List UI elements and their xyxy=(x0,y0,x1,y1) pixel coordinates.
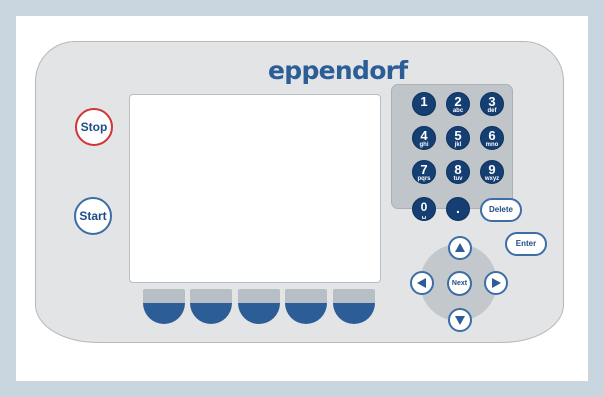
key-3-def[interactable]: 3 def xyxy=(480,92,504,116)
brand-logo: eppendorf xyxy=(268,56,408,85)
softkey-body xyxy=(285,303,327,324)
softkey-cap xyxy=(333,289,375,303)
softkey-cap xyxy=(238,289,280,303)
key-letters: ␣ xyxy=(421,212,427,219)
key-digit: 7 xyxy=(420,162,428,177)
softkey-5[interactable] xyxy=(333,289,375,325)
key-digit: 6 xyxy=(488,128,496,143)
up-arrow-button[interactable] xyxy=(448,236,472,260)
key-letters: ghi xyxy=(419,142,429,148)
key-1[interactable]: 1 xyxy=(412,92,436,116)
delete-button[interactable]: Delete xyxy=(480,198,522,222)
softkey-cap xyxy=(190,289,232,303)
key-letters: pqrs xyxy=(417,176,431,182)
start-button[interactable]: Start xyxy=(74,197,112,235)
key-6-mno[interactable]: 6 mno xyxy=(480,126,504,150)
key-letters: wxyz xyxy=(484,176,500,182)
key-4-ghi[interactable]: 4 ghi xyxy=(412,126,436,150)
key-digit: 8 xyxy=(454,162,462,177)
right-arrow-button[interactable] xyxy=(484,271,508,295)
softkey-3[interactable] xyxy=(238,289,280,325)
key-letters: tuv xyxy=(453,176,463,182)
key-digit: 3 xyxy=(488,94,496,109)
key-letters: mno xyxy=(485,142,499,148)
softkey-2[interactable] xyxy=(190,289,232,325)
key-digit: . xyxy=(456,200,460,216)
key-digit: 5 xyxy=(454,128,462,143)
arrow-up-icon xyxy=(455,243,465,252)
softkey-body xyxy=(190,303,232,324)
stop-button-label: Stop xyxy=(80,120,108,134)
key-2-abc[interactable]: 2 abc xyxy=(446,92,470,116)
key-digit: 4 xyxy=(420,128,428,143)
down-arrow-button[interactable] xyxy=(448,308,472,332)
key-0-space[interactable]: 0 ␣ xyxy=(412,197,436,221)
key-digit: 1 xyxy=(420,94,428,109)
key-digit: 2 xyxy=(454,94,462,109)
display-screen xyxy=(129,94,381,283)
key-letters: jkl xyxy=(454,142,462,148)
next-button-label: Next xyxy=(451,280,468,287)
key-digit: 9 xyxy=(488,162,496,177)
key-letters: def xyxy=(487,108,497,114)
key-decimal-point[interactable]: . xyxy=(446,197,470,221)
device-frame: eppendorf Stop Start 1 2 abc 3 def 4 ghi… xyxy=(0,0,604,397)
arrow-right-icon xyxy=(492,278,501,288)
key-8-tuv[interactable]: 8 tuv xyxy=(446,160,470,184)
start-button-label: Start xyxy=(79,209,107,223)
softkey-4[interactable] xyxy=(285,289,327,325)
stop-button[interactable]: Stop xyxy=(75,108,113,146)
enter-button-label: Enter xyxy=(515,239,537,248)
softkey-cap xyxy=(143,289,185,303)
arrow-left-icon xyxy=(417,278,426,288)
softkey-body xyxy=(143,303,185,324)
softkey-body xyxy=(238,303,280,324)
left-arrow-button[interactable] xyxy=(410,271,434,295)
softkey-cap xyxy=(285,289,327,303)
key-7-pqrs[interactable]: 7 pqrs xyxy=(412,160,436,184)
delete-button-label: Delete xyxy=(488,205,513,214)
softkey-body xyxy=(333,303,375,324)
softkey-1[interactable] xyxy=(143,289,185,325)
key-5-jkl[interactable]: 5 jkl xyxy=(446,126,470,150)
enter-button[interactable]: Enter xyxy=(505,232,547,256)
next-button[interactable]: Next xyxy=(447,271,472,296)
key-letters: abc xyxy=(452,108,464,114)
arrow-down-icon xyxy=(455,316,465,325)
key-9-wxyz[interactable]: 9 wxyz xyxy=(480,160,504,184)
